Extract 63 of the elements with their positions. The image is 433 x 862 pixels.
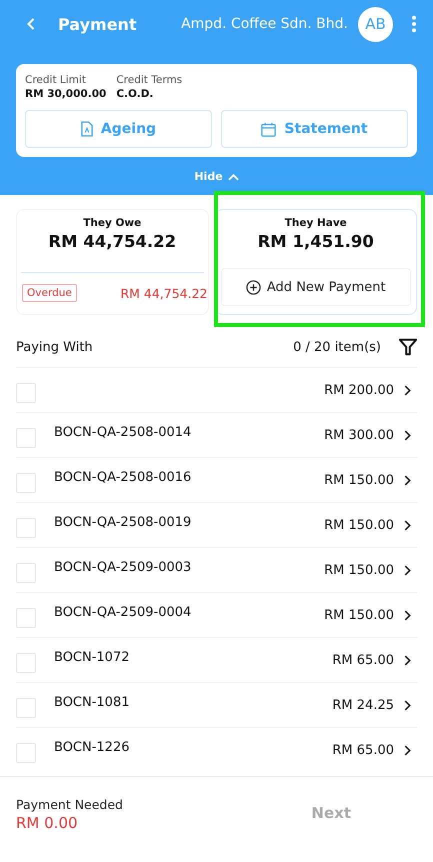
field-value: C.O.D. [116,88,154,100]
item-name: BOCN-QA-2508-0019 [54,514,192,530]
item-name: BOCN-QA-2508-0016 [54,470,192,484]
chevron-right-icon[interactable] [404,474,411,486]
item-amount: RM 65.00 [332,742,394,758]
item-amount: RM 150.00 [324,608,394,622]
item-amount: RM 150.00 [324,518,394,532]
chevron-right-icon[interactable] [404,564,411,576]
calendar-icon [261,122,276,136]
item-count: 0 / 20 item(s) [293,340,381,354]
item-amount: RM 24.25 [332,698,394,712]
item-name: BOCN-QA-2508-0014 [54,424,192,440]
item-amount: RM 200.00 [324,382,394,398]
chevron-right-icon[interactable] [404,384,411,396]
field-value: RM 30,000.00 [25,88,106,100]
item-name: BOCN-1226 [54,740,130,754]
section-label: Paying With [16,340,94,354]
chevron-up-icon [228,172,239,180]
hide-toggle[interactable]: Hide [194,157,239,195]
company-name: Ampd. Coffee Sdn. Bhd. [181,16,348,32]
item-name: BOCN-1072 [54,650,130,664]
back-icon[interactable] [26,17,36,31]
checkbox[interactable] [16,608,36,628]
field-label: Credit Terms [116,74,182,86]
card-title: They Owe [83,217,142,229]
statement-button[interactable]: Statement [221,110,408,148]
payment-needed-label: Payment Needed [16,797,124,812]
checkbox[interactable] [16,428,36,448]
amount: RM 44,754.22 [48,232,176,251]
chevron-right-icon[interactable] [404,520,411,530]
checkbox[interactable] [16,743,36,763]
ageing-button[interactable]: Ageing [25,110,212,148]
checkbox[interactable] [16,563,36,583]
amount: RM 1,451.90 [258,232,374,251]
checkbox[interactable] [16,518,36,538]
page-title: Payment [58,14,138,34]
overdue-amount: RM 44,754.22 [120,286,208,300]
item-amount: RM 150.00 [324,562,394,578]
payment-needed-amount: RM 0.00 [16,814,79,832]
item-amount: RM 150.00 [324,472,394,488]
avatar[interactable]: AB [358,6,393,42]
checkbox[interactable] [16,698,36,718]
overdue-badge: Overdue [22,284,77,302]
add-payment-button[interactable]: Add New Payment [220,268,411,306]
chevron-right-icon[interactable] [404,430,411,440]
item-name: BOCN-QA-2509-0003 [54,560,192,574]
chevron-right-icon[interactable] [404,700,411,710]
checkbox[interactable] [16,473,36,493]
item-amount: RM 300.00 [324,428,394,442]
item-amount: RM 65.00 [332,652,394,668]
plus-circle-icon [246,280,261,294]
checkbox[interactable] [16,383,36,403]
chevron-right-icon[interactable] [404,610,411,620]
document-icon [80,121,93,137]
card-title: They Have [284,217,347,229]
item-name: BOCN-1081 [54,694,130,710]
item-name: BOCN-QA-2509-0004 [54,604,192,620]
chevron-right-icon[interactable] [404,744,411,756]
field-label: Credit Limit [25,74,87,86]
filter-icon[interactable] [399,338,417,356]
more-icon[interactable] [411,15,417,33]
chevron-right-icon[interactable] [404,654,411,666]
checkbox[interactable] [16,653,36,673]
